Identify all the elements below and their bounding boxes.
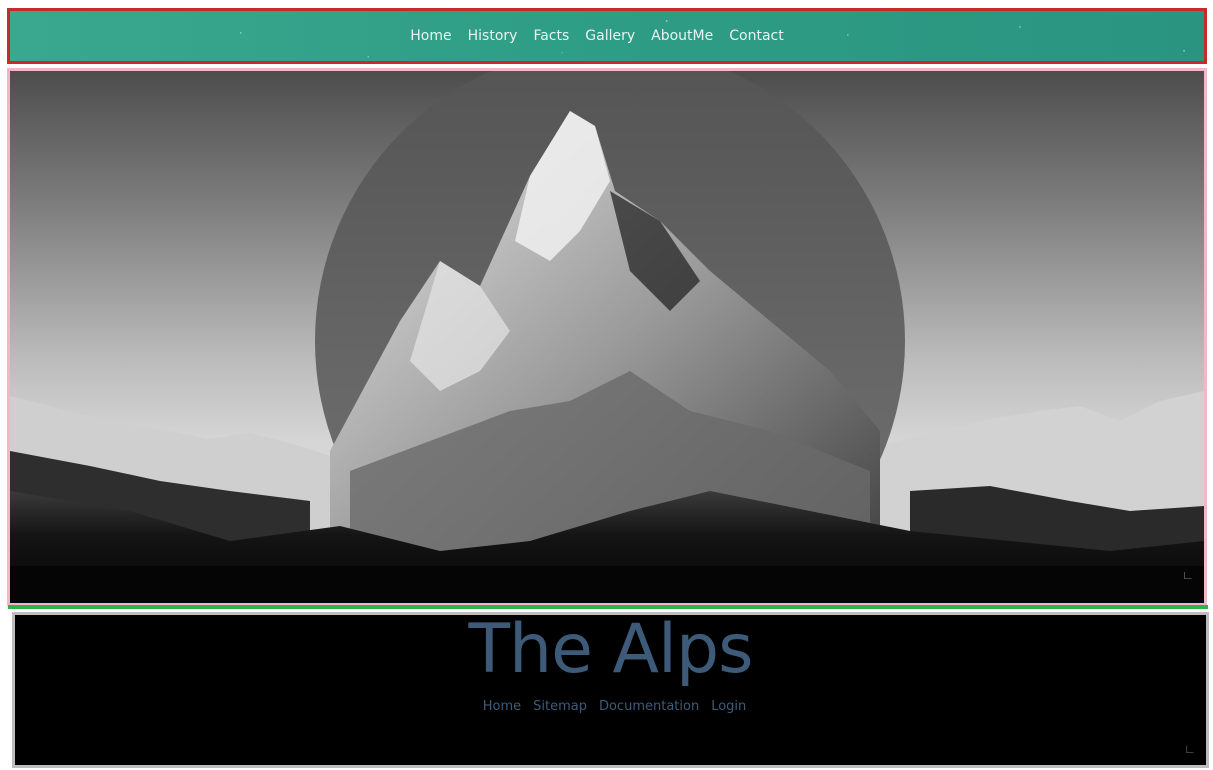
footer-link-login[interactable]: Login: [711, 699, 746, 714]
nav-item-aboutme: AboutMe: [651, 27, 713, 45]
nav-item-contact: Contact: [729, 27, 783, 45]
nav-link-history[interactable]: History: [468, 28, 518, 44]
footer-link-sitemap[interactable]: Sitemap: [533, 699, 587, 714]
nav-link-facts[interactable]: Facts: [533, 28, 569, 44]
resize-handle-icon[interactable]: ∟: [1182, 569, 1194, 581]
page: Home History Facts Gallery AboutMe Conta…: [0, 0, 1213, 770]
nav-item-facts: Facts: [533, 27, 569, 45]
nav-link-home[interactable]: Home: [410, 28, 451, 44]
nav-menu: Home History Facts Gallery AboutMe Conta…: [410, 27, 783, 45]
nav-item-home: Home: [410, 27, 451, 45]
footer: The Alps Home Sitemap Documentation Logi…: [12, 610, 1209, 768]
nav-item-history: History: [468, 27, 518, 45]
footer-title: The Alps: [468, 610, 753, 689]
footer-link-home[interactable]: Home: [483, 699, 521, 714]
hero-section: ∟: [7, 68, 1207, 606]
nav-item-gallery: Gallery: [585, 27, 635, 45]
nav-link-gallery[interactable]: Gallery: [585, 28, 635, 44]
mountain-hero-image: [10, 71, 1204, 603]
nav-link-aboutme[interactable]: AboutMe: [651, 28, 713, 44]
top-navigation-bar: Home History Facts Gallery AboutMe Conta…: [7, 8, 1207, 64]
resize-handle-icon[interactable]: ∟: [1184, 743, 1196, 755]
footer-links: Home Sitemap Documentation Login: [23, 699, 1206, 714]
footer-link-documentation[interactable]: Documentation: [599, 699, 699, 714]
nav-link-contact[interactable]: Contact: [729, 28, 783, 44]
